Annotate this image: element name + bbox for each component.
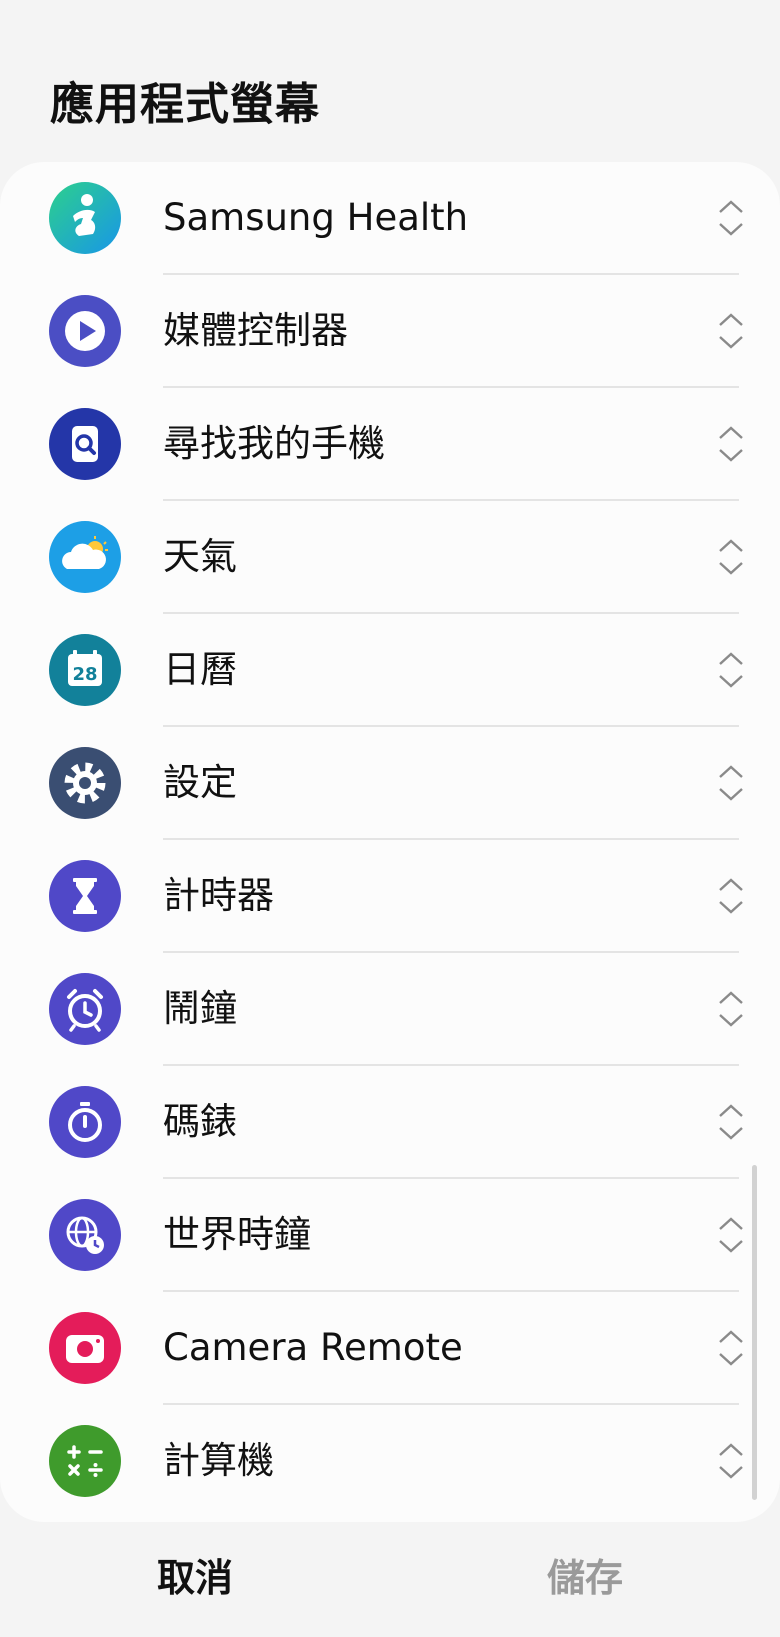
weather-icon — [49, 521, 121, 593]
app-label: 日曆 — [163, 648, 237, 691]
app-label: 尋找我的手機 — [163, 422, 385, 465]
save-button[interactable]: 儲存 — [460, 1550, 710, 1606]
list-item[interactable]: 設定 — [0, 727, 780, 840]
list-item[interactable]: 天氣 — [0, 501, 780, 614]
world-clock-icon — [49, 1199, 121, 1271]
cancel-button[interactable]: 取消 — [70, 1550, 320, 1606]
app-label: 世界時鐘 — [163, 1213, 311, 1256]
reorder-handle-icon[interactable] — [714, 649, 748, 691]
samsung-health-icon — [49, 182, 121, 254]
reorder-handle-icon[interactable] — [714, 762, 748, 804]
calendar-date-badge: 28 — [72, 664, 97, 685]
find-phone-icon — [49, 408, 121, 480]
gear-icon — [49, 747, 121, 819]
app-label: Camera Remote — [163, 1326, 463, 1369]
calendar-icon: 28 — [49, 634, 121, 706]
list-item[interactable]: 尋找我的手機 — [0, 388, 780, 501]
app-list: Samsung Health 媒體控制器 尋找我的手機 天氣 28 日曆 設定 … — [0, 162, 780, 1522]
alarm-clock-icon — [49, 973, 121, 1045]
reorder-handle-icon[interactable] — [714, 197, 748, 239]
reorder-handle-icon[interactable] — [714, 875, 748, 917]
list-item[interactable]: Camera Remote — [0, 1292, 780, 1405]
reorder-handle-icon[interactable] — [714, 423, 748, 465]
stopwatch-icon — [49, 1086, 121, 1158]
app-label: 碼錶 — [163, 1100, 237, 1143]
reorder-handle-icon[interactable] — [714, 1101, 748, 1143]
bottom-action-bar: 取消 儲存 — [0, 1522, 780, 1637]
app-label: 鬧鐘 — [163, 987, 237, 1030]
list-item[interactable]: Samsung Health — [0, 162, 780, 275]
app-label: 計算機 — [163, 1439, 274, 1482]
reorder-handle-icon[interactable] — [714, 1440, 748, 1482]
reorder-handle-icon[interactable] — [714, 310, 748, 352]
list-item[interactable]: 28 日曆 — [0, 614, 780, 727]
reorder-handle-icon[interactable] — [714, 1327, 748, 1369]
play-icon — [49, 295, 121, 367]
list-item[interactable]: 碼錶 — [0, 1066, 780, 1179]
hourglass-icon — [49, 860, 121, 932]
app-label: 設定 — [163, 761, 237, 804]
app-label: 計時器 — [163, 874, 274, 917]
page-title: 應用程式螢幕 — [50, 79, 320, 130]
calculator-icon — [49, 1425, 121, 1497]
reorder-handle-icon[interactable] — [714, 536, 748, 578]
reorder-handle-icon[interactable] — [714, 988, 748, 1030]
list-item[interactable]: 鬧鐘 — [0, 953, 780, 1066]
list-item[interactable]: 計算機 — [0, 1405, 780, 1518]
reorder-handle-icon[interactable] — [714, 1214, 748, 1256]
list-item[interactable]: 世界時鐘 — [0, 1179, 780, 1292]
app-label: 天氣 — [163, 535, 237, 578]
camera-icon — [49, 1312, 121, 1384]
app-label: Samsung Health — [163, 196, 469, 239]
scrollbar[interactable] — [752, 1165, 757, 1500]
list-item[interactable]: 計時器 — [0, 840, 780, 953]
list-item[interactable]: 媒體控制器 — [0, 275, 780, 388]
app-label: 媒體控制器 — [163, 309, 348, 352]
